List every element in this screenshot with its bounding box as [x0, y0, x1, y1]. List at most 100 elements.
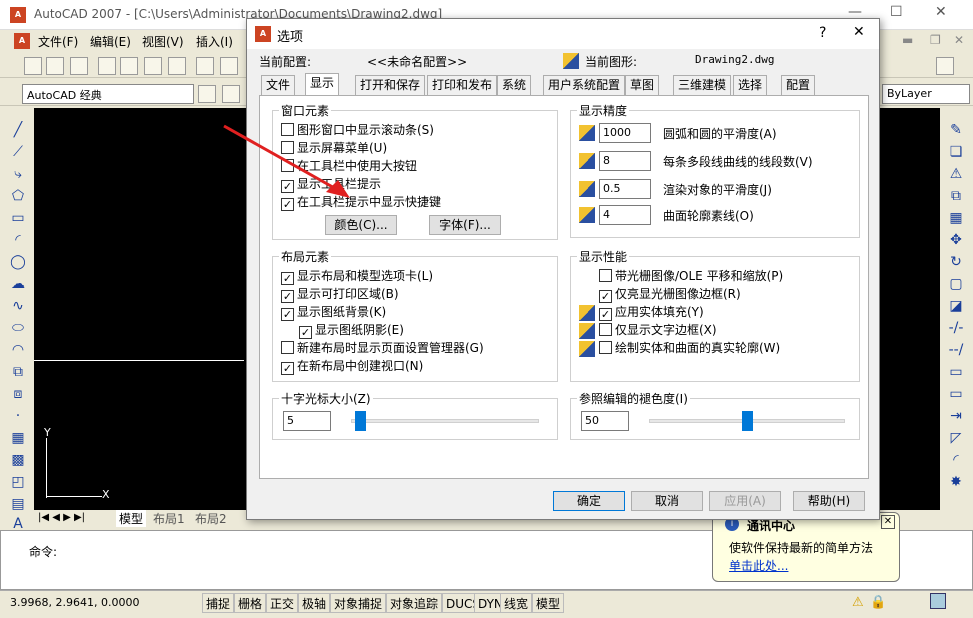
tab-display[interactable]: 显示	[305, 73, 340, 95]
insert-block-tool-icon[interactable]: ⧉	[10, 364, 26, 380]
doc-close-icon[interactable]: ✕	[954, 33, 964, 47]
doc-minimize-icon[interactable]: ▬	[902, 33, 913, 47]
rotate-tool-icon[interactable]: ↻	[948, 254, 964, 270]
rectangle-tool-icon[interactable]: ▭	[10, 210, 26, 226]
new-icon[interactable]	[24, 57, 42, 75]
render-smoothness-input[interactable]: 0.5	[599, 179, 651, 199]
tab-model[interactable]: 模型	[116, 510, 147, 527]
ok-button[interactable]: 确定	[553, 491, 625, 511]
cancel-button[interactable]: 取消	[631, 491, 703, 511]
polyline-segments-input[interactable]: 8	[599, 151, 651, 171]
offset-tool-icon[interactable]: ⧉	[948, 188, 964, 204]
model-toggle[interactable]: 模型	[532, 593, 565, 613]
workspace-combo[interactable]: AutoCAD 经典	[22, 84, 194, 104]
snap-toggle[interactable]: 捕捉	[202, 593, 235, 613]
xline-tool-icon[interactable]: ⟋	[10, 144, 26, 160]
workspace-settings-icon[interactable]	[198, 85, 216, 103]
polyline-tool-icon[interactable]: ⤷	[10, 166, 26, 182]
contour-lines-input[interactable]: 4	[599, 205, 651, 225]
line-tool-icon[interactable]: ╱	[10, 122, 26, 138]
tab-drafting[interactable]: 草图	[625, 75, 660, 95]
join-tool-icon[interactable]: ⇥	[948, 408, 964, 424]
circle-tool-icon[interactable]: ◯	[10, 254, 26, 270]
maximize-icon[interactable]: ☐	[890, 4, 903, 20]
otrack-toggle[interactable]: 对象追踪	[386, 593, 443, 613]
tab-user-prefs[interactable]: 用户系统配置	[543, 75, 626, 95]
save-icon[interactable]	[70, 57, 88, 75]
chk-create-viewport[interactable]: ✓ 在新布局中创建视口(N)	[281, 359, 423, 375]
menu-edit[interactable]: 编辑(E)	[90, 33, 131, 50]
xref-fade-slider[interactable]	[742, 411, 753, 431]
plot-icon[interactable]	[98, 57, 116, 75]
3d-dwf-icon[interactable]	[168, 57, 186, 75]
break-at-point-icon[interactable]: ▭	[948, 386, 964, 402]
tab-nav-icon[interactable]: |◀ ◀ ▶ ▶|	[38, 512, 85, 523]
chk-paper-shadow[interactable]: ✓ 显示图纸阴影(E)	[299, 323, 404, 339]
tab-plot-publish[interactable]: 打印和发布	[427, 75, 498, 95]
arc-tool-icon[interactable]: ◜	[10, 232, 26, 248]
point-tool-icon[interactable]: ·	[10, 408, 26, 424]
tab-layout1[interactable]: 布局1	[150, 510, 188, 527]
array-tool-icon[interactable]: ▦	[948, 210, 964, 226]
arc-smoothness-input[interactable]: 1000	[599, 123, 651, 143]
trim-tool-icon[interactable]: -/-	[948, 320, 964, 336]
tab-layout2[interactable]: 布局2	[192, 510, 230, 527]
tab-files[interactable]: 文件	[261, 75, 296, 95]
chk-page-setup-manager[interactable]: 新建布局时显示页面设置管理器(G)	[281, 341, 484, 357]
stretch-tool-icon[interactable]: ◪	[948, 298, 964, 314]
open-icon[interactable]	[46, 57, 64, 75]
menu-view[interactable]: 视图(V)	[142, 33, 184, 50]
lineweight-toggle[interactable]: 线宽	[500, 593, 533, 613]
hatch-tool-icon[interactable]: ▦	[10, 430, 26, 446]
tab-3d-modeling[interactable]: 三维建模	[673, 75, 732, 95]
revcloud-tool-icon[interactable]: ☁	[10, 276, 26, 292]
spline-tool-icon[interactable]: ∿	[10, 298, 26, 314]
menu-insert[interactable]: 插入(I)	[196, 33, 233, 50]
polar-toggle[interactable]: 极轴	[298, 593, 331, 613]
clean-screen-icon[interactable]	[930, 593, 946, 609]
tab-open-save[interactable]: 打开和保存	[355, 75, 426, 95]
chamfer-tool-icon[interactable]: ◸	[948, 430, 964, 446]
chk-true-silhouettes[interactable]: 绘制实体和曲面的真实轮廓(W)	[599, 341, 780, 357]
table-tool-icon[interactable]: ▤	[10, 496, 26, 512]
scale-tool-icon[interactable]: ▢	[948, 276, 964, 292]
copy-icon[interactable]	[220, 57, 238, 75]
ortho-toggle[interactable]: 正交	[266, 593, 299, 613]
doc-restore-icon[interactable]: ❐	[930, 33, 941, 47]
cut-icon[interactable]	[196, 57, 214, 75]
properties-icon[interactable]	[936, 57, 954, 75]
fonts-button[interactable]: 字体(F)...	[429, 215, 501, 235]
crosshair-size-input[interactable]: 5	[283, 411, 331, 431]
chk-layout-tabs[interactable]: ✓ 显示布局和模型选项卡(L)	[281, 269, 433, 285]
chk-solid-fill[interactable]: ✓ 应用实体填充(Y)	[599, 305, 704, 321]
grid-toggle[interactable]: 栅格	[234, 593, 267, 613]
polygon-tool-icon[interactable]: ⬠	[10, 188, 26, 204]
chk-raster-frame[interactable]: ✓ 仅亮显光栅图像边框(R)	[599, 287, 741, 303]
chk-paper-background[interactable]: ✓ 显示图纸背景(K)	[281, 305, 386, 321]
dialog-close-icon[interactable]: ✕	[853, 24, 865, 40]
region-tool-icon[interactable]: ◰	[10, 474, 26, 490]
ellipse-arc-tool-icon[interactable]: ◠	[10, 342, 26, 358]
close-icon[interactable]: ✕	[935, 4, 947, 20]
move-tool-icon[interactable]: ✥	[948, 232, 964, 248]
publish-icon[interactable]	[144, 57, 162, 75]
crosshair-size-slider[interactable]	[355, 411, 367, 431]
dialog-help-icon[interactable]: ?	[819, 25, 826, 41]
tooltip-close-icon[interactable]: ✕	[881, 515, 895, 529]
mirror-tool-icon[interactable]: ⚠	[948, 166, 964, 182]
tab-profiles[interactable]: 配置	[781, 75, 816, 95]
warning-icon[interactable]: ⚠	[852, 595, 864, 610]
tab-system[interactable]: 系统	[497, 75, 532, 95]
explode-tool-icon[interactable]: ✸	[948, 474, 964, 490]
tooltip-link[interactable]: 单击此处...	[729, 557, 788, 574]
make-block-tool-icon[interactable]: ⧈	[10, 386, 26, 402]
colors-button[interactable]: 颜色(C)...	[325, 215, 397, 235]
chk-raster-pan-zoom[interactable]: 带光栅图像/OLE 平移和缩放(P)	[599, 269, 783, 285]
help-button[interactable]: 帮助(H)	[793, 491, 865, 511]
menu-file[interactable]: 文件(F)	[38, 33, 78, 50]
linetype-combo[interactable]: ByLayer	[882, 84, 970, 104]
copy-object-icon[interactable]: ❏	[948, 144, 964, 160]
break-tool-icon[interactable]: ▭	[948, 364, 964, 380]
gradient-tool-icon[interactable]: ▩	[10, 452, 26, 468]
chk-text-frame[interactable]: 仅显示文字边框(X)	[599, 323, 717, 339]
